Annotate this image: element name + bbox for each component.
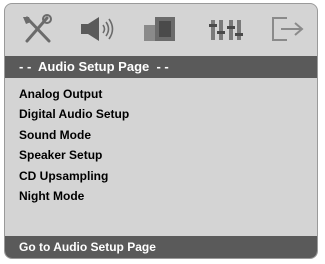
audio-menu-list: Analog Output Digital Audio Setup Sound … — [19, 84, 129, 206]
menu-item-cd-upsampling[interactable]: CD Upsampling — [19, 166, 129, 186]
exit-icon[interactable] — [267, 14, 311, 44]
setup-icon-bar — [5, 4, 317, 54]
page-title: - - Audio Setup Page - - — [5, 56, 317, 78]
menu-item-analog-output[interactable]: Analog Output — [19, 84, 129, 104]
preference-icon[interactable] — [205, 14, 249, 44]
general-setup-icon[interactable] — [17, 14, 61, 44]
menu-item-sound-mode[interactable]: Sound Mode — [19, 125, 129, 145]
video-setup-icon[interactable] — [141, 14, 185, 44]
menu-item-speaker-setup[interactable]: Speaker Setup — [19, 145, 129, 165]
footer-hint: Go to Audio Setup Page — [5, 236, 317, 258]
menu-item-digital-audio-setup[interactable]: Digital Audio Setup — [19, 104, 129, 124]
audio-setup-menu: - - Audio Setup Page - - Analog Output D… — [4, 3, 318, 259]
menu-item-night-mode[interactable]: Night Mode — [19, 186, 129, 206]
audio-setup-icon[interactable] — [77, 14, 121, 44]
